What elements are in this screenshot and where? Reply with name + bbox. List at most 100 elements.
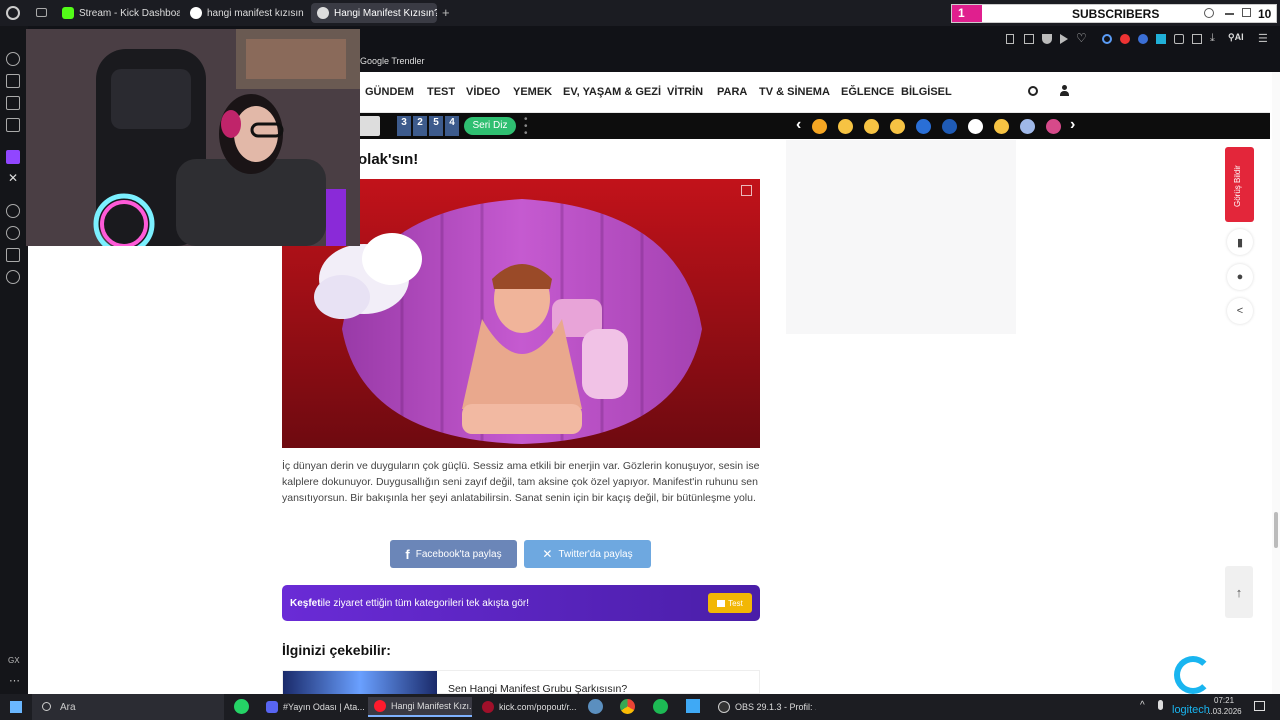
tabs-icon[interactable] [6, 74, 20, 88]
restore-icon[interactable] [1242, 8, 1251, 17]
messenger-icon[interactable] [6, 118, 20, 132]
more-icon[interactable]: ⋯ [9, 674, 20, 687]
settings-icon[interactable] [6, 270, 20, 284]
tab-manager-icon[interactable] [36, 8, 47, 17]
nav-item-ev-yasam-gezi[interactable]: EV, YAŞAM & GEZİ [563, 86, 661, 98]
heart-icon[interactable]: ♡ [1076, 31, 1087, 45]
app-icon[interactable] [686, 699, 700, 713]
pin-icon[interactable] [1006, 34, 1014, 44]
user-icon[interactable] [1060, 85, 1069, 97]
snowflake-badge-icon[interactable] [1020, 119, 1035, 134]
prev-arrow-icon[interactable]: ‹ [796, 116, 801, 134]
nav-item-test[interactable]: TEST [427, 86, 455, 98]
nav-item-tv-sinema[interactable]: TV & SİNEMA [759, 86, 830, 98]
minimize-icon[interactable] [1225, 13, 1234, 15]
nav-item-para[interactable]: PARA [717, 86, 747, 98]
red-ext-icon[interactable] [1120, 34, 1130, 44]
emoji-sad-icon[interactable] [864, 119, 879, 134]
player-icon[interactable] [6, 204, 20, 218]
emoji-cool-icon[interactable] [994, 119, 1009, 134]
play-icon[interactable] [1060, 34, 1068, 44]
taskbar-search[interactable]: Ara [32, 694, 224, 720]
search-icon[interactable] [1028, 86, 1038, 96]
badge-blue-icon[interactable] [942, 119, 957, 134]
discover-banner[interactable]: Keşfet ile ziyaret ettiğin tüm kategoril… [282, 585, 760, 621]
bookmark-icon[interactable]: ▮ [1227, 229, 1253, 255]
microphone-icon[interactable] [1158, 700, 1163, 710]
page-scrollbar[interactable] [1272, 72, 1280, 694]
aria-ai-icon[interactable]: ⚲AI [1228, 32, 1244, 43]
scroll-to-top-button[interactable]: ↑ [1225, 566, 1253, 618]
badge-blue-icon[interactable] [916, 119, 931, 134]
pinboard-icon[interactable] [6, 96, 20, 110]
emoji-love-icon[interactable] [838, 119, 853, 134]
tab-label: Hangi Manifest Kızısın? - O [334, 7, 437, 19]
whatsapp-icon[interactable] [234, 699, 249, 714]
tab-google-search[interactable]: hangi manifest kızısın - Go [184, 3, 306, 23]
share-facebook-button[interactable]: f Facebook'ta paylaş [390, 540, 517, 568]
nav-item-vitrin[interactable]: VİTRİN [667, 86, 703, 98]
discord-icon [266, 701, 278, 713]
taskbar-item-obs[interactable]: OBS 29.1.3 - Profil: ... [712, 697, 816, 717]
history-icon[interactable] [6, 52, 20, 66]
notification-icon[interactable] [1254, 701, 1265, 711]
tab-label: hangi manifest kızısın - Go [207, 7, 306, 19]
comments-icon[interactable]: ● [1227, 264, 1253, 290]
clock-icon[interactable] [6, 226, 20, 240]
x-icon[interactable]: ✕ [8, 171, 18, 185]
steam-icon[interactable] [588, 699, 603, 714]
shield-icon[interactable] [1042, 34, 1052, 44]
nav-item-video[interactable]: VİDEO [466, 86, 500, 98]
download-icon[interactable]: ⤓ [1210, 32, 1215, 45]
cyan-ext-icon[interactable] [1156, 34, 1166, 44]
taskbar-item-opera-gx[interactable]: kick.com/popout/r... [476, 697, 580, 717]
x-logo-icon: ✕ [542, 547, 553, 561]
windows-start-icon[interactable] [10, 701, 22, 713]
new-tab-button[interactable]: + [442, 5, 450, 20]
twitch-icon[interactable] [6, 150, 20, 164]
extensions-icon[interactable] [6, 248, 20, 262]
tray-overflow-icon[interactable]: ^ [1140, 700, 1145, 711]
opera-logo-icon[interactable] [6, 6, 20, 20]
tab-kick-dashboard[interactable]: Stream - Kick Dashboard [56, 3, 180, 23]
search-icon [42, 702, 51, 711]
bookmark-google-trends[interactable]: Google Trendler [360, 56, 425, 66]
gx-corner-icon[interactable]: GX [8, 656, 20, 665]
nav-item-yemek[interactable]: YEMEK [513, 86, 552, 98]
spotify-icon[interactable] [653, 699, 668, 714]
related-card[interactable]: Sen Hangi Manifest Grubu Şarkısısın? [282, 670, 760, 694]
share-twitter-button[interactable]: ✕ Twitter'da paylaş [524, 540, 651, 568]
blue-ext-icon[interactable] [1138, 34, 1148, 44]
wallet-icon[interactable] [1192, 34, 1202, 44]
next-arrow-icon[interactable]: › [1070, 116, 1075, 134]
taskbar-item-opera[interactable]: Hangi Manifest Kızı... [368, 697, 472, 717]
discover-test-button[interactable]: Test [708, 593, 752, 613]
fullscreen-icon[interactable] [741, 185, 752, 196]
seri-diz-button[interactable]: Seri Diz [464, 117, 516, 135]
tab-manifest-quiz[interactable]: Hangi Manifest Kızısın? - O [311, 3, 437, 23]
feedback-button[interactable]: Görüş Bildir [1225, 147, 1254, 222]
scrollbar-thumb[interactable] [1274, 512, 1278, 548]
share-icon[interactable]: < [1227, 298, 1253, 324]
subscriber-overlay: 1 SUBSCRIBERS 10 [951, 4, 1277, 23]
refresh-ext-icon[interactable] [1102, 34, 1112, 44]
menu-icon[interactable]: ☰ [1258, 32, 1268, 45]
chrome-icon[interactable] [620, 699, 635, 714]
clock-date[interactable]: ...03.2026 [1206, 707, 1242, 716]
nav-item-gundem[interactable]: GÜNDEM [365, 86, 414, 98]
search-icon[interactable] [1204, 8, 1214, 18]
discover-text: ile ziyaret ettiğin tüm kategorileri tek… [320, 597, 530, 609]
emoji-laugh-icon[interactable] [890, 119, 905, 134]
dk-badge-icon[interactable] [968, 119, 983, 134]
cake-badge-icon[interactable] [1046, 119, 1061, 134]
taskbar-item-label: Hangi Manifest Kızı... [391, 701, 472, 711]
snapshot-icon[interactable] [1024, 34, 1034, 44]
nav-item-eglence[interactable]: EĞLENCE [841, 86, 894, 98]
puzzle-icon[interactable] [1174, 34, 1184, 44]
clock-time[interactable]: 07:21 [1214, 696, 1234, 705]
nav-item-bilgisel[interactable]: BİLGİSEL [901, 86, 952, 98]
taskbar-item-discord[interactable]: #Yayın Odası | Ata... [260, 697, 364, 717]
browser-tab-bar: Stream - Kick Dashboard hangi manifest k… [0, 0, 1280, 26]
emoji-icon[interactable] [812, 119, 827, 134]
related-thumbnail [283, 671, 437, 694]
